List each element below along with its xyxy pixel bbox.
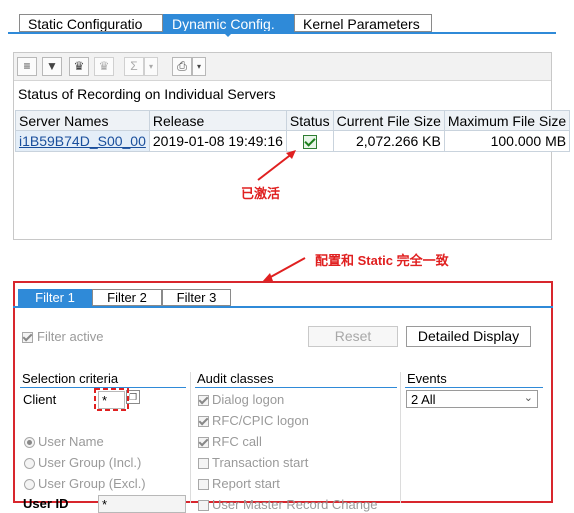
filter-tab-rule (13, 306, 553, 308)
annotation-matches-static: 配置和 Static 完全一致 (315, 253, 449, 268)
audit-rfc-cpic-logon-label: RFC/CPIC logon (212, 413, 309, 428)
filter-active-label: Filter active (37, 329, 104, 344)
radio-user-name[interactable] (24, 437, 35, 448)
audit-transaction-start-label: Transaction start (212, 455, 309, 470)
radio-user-name-label: User Name (38, 434, 104, 449)
column-separator (190, 372, 191, 503)
annotation-activated: 已激活 (241, 186, 281, 201)
audit-rfc-cpic-logon-checkbox[interactable] (198, 416, 209, 427)
client-field-highlight (94, 388, 129, 411)
audit-dialog-logon-label: Dialog logon (212, 392, 285, 407)
events-rule (405, 387, 543, 388)
tab-filter-2[interactable]: Filter 2 (92, 289, 162, 306)
audit-classes-title: Audit classes (197, 371, 274, 386)
audit-rfc-call-checkbox[interactable] (198, 437, 209, 448)
audit-rfc-call-label: RFC call (212, 434, 262, 449)
radio-user-group-incl[interactable] (24, 458, 35, 469)
column-separator (400, 372, 401, 503)
arrow-to-status (257, 152, 294, 181)
audit-user-master-change-label: User Master Record Change (212, 497, 378, 512)
client-label: Client (23, 392, 57, 407)
reset-button[interactable]: Reset (308, 326, 398, 347)
user-id-field[interactable]: * (98, 495, 186, 513)
user-id-label: User ID (23, 496, 69, 511)
audit-transaction-start-checkbox[interactable] (198, 458, 209, 469)
detailed-display-button[interactable]: Detailed Display (406, 326, 531, 347)
audit-classes-rule (195, 387, 397, 388)
radio-user-group-incl-label: User Group (Incl.) (38, 455, 142, 470)
radio-user-group-excl-label: User Group (Excl.) (38, 476, 146, 491)
events-select-value: 2 All (411, 392, 436, 407)
selection-criteria-title: Selection criteria (22, 371, 119, 386)
filter-active-checkbox[interactable] (22, 332, 33, 343)
tab-filter-3[interactable]: Filter 3 (162, 289, 231, 306)
arrow-to-filter (266, 257, 306, 280)
audit-user-master-change-checkbox[interactable] (198, 500, 209, 511)
events-title: Events (407, 371, 447, 386)
audit-report-start-checkbox[interactable] (198, 479, 209, 490)
radio-user-group-excl[interactable] (24, 479, 35, 490)
events-select[interactable]: 2 All ⌄ (406, 390, 538, 408)
tab-filter-1[interactable]: Filter 1 (18, 289, 92, 306)
audit-report-start-label: Report start (212, 476, 280, 491)
chevron-down-icon: ⌄ (523, 392, 533, 404)
audit-dialog-logon-checkbox[interactable] (198, 395, 209, 406)
